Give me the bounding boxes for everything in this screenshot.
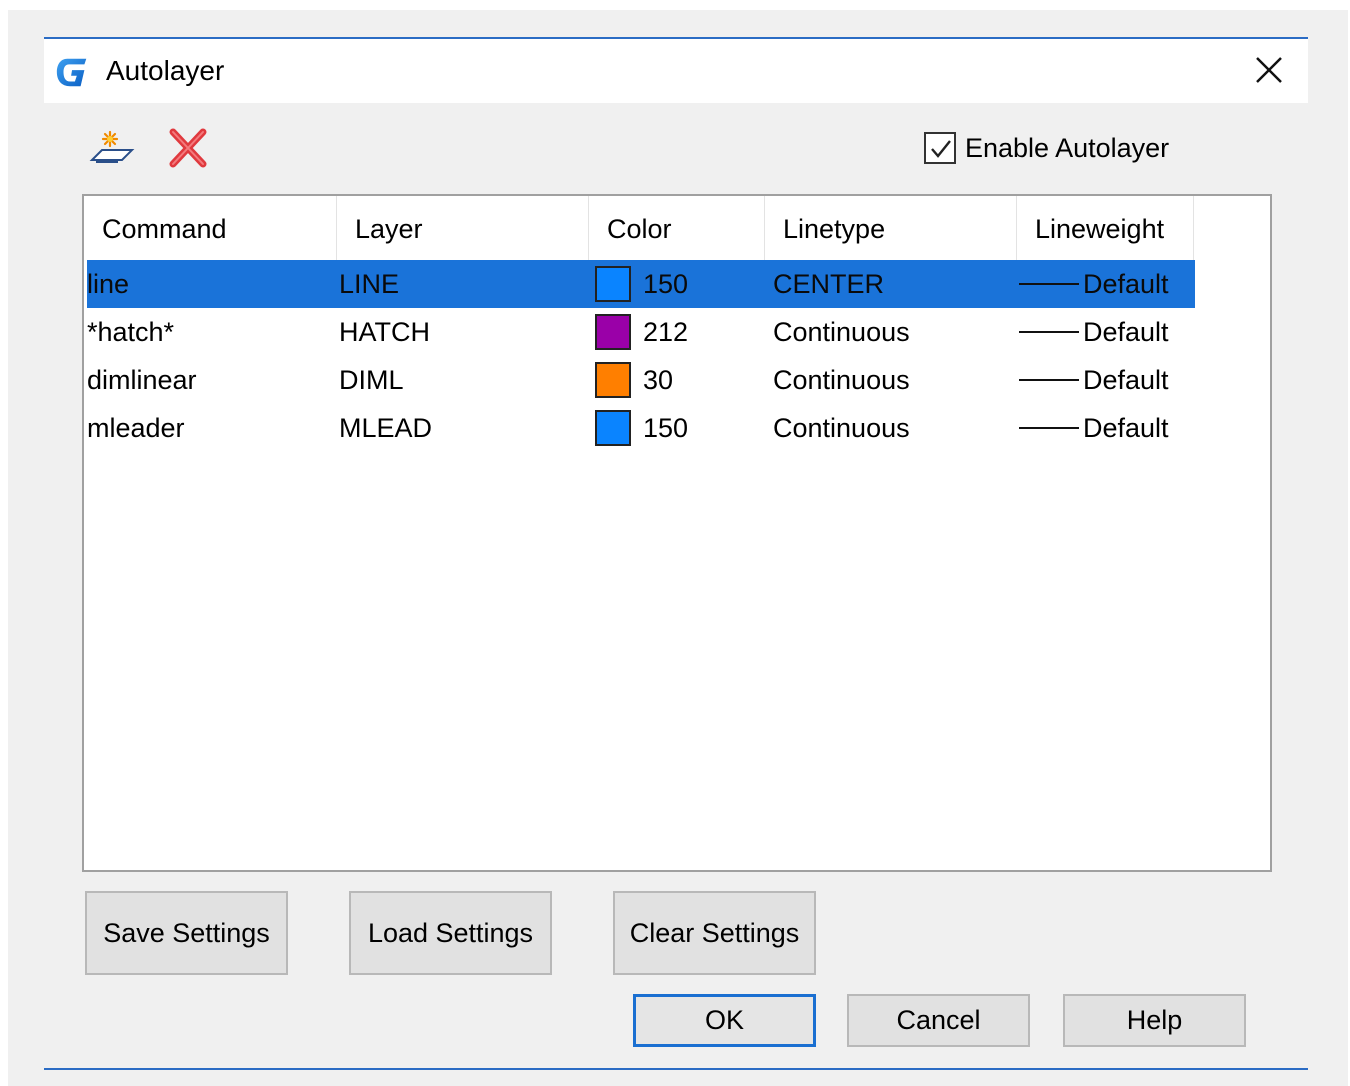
table-rows: line LINE 150 CENTER Default *hatch* HAT… bbox=[87, 260, 1195, 452]
cell-lineweight: Default bbox=[1083, 413, 1169, 443]
cell-linetype: Continuous bbox=[773, 413, 910, 443]
cell-linetype: Continuous bbox=[773, 365, 910, 395]
cell-layer: DIML bbox=[339, 365, 404, 395]
new-layer-sparkle-icon[interactable] bbox=[88, 126, 136, 170]
enable-autolayer-label: Enable Autolayer bbox=[965, 132, 1170, 163]
column-header-command[interactable]: Command bbox=[84, 196, 337, 260]
cell-layer: HATCH bbox=[339, 317, 430, 347]
color-swatch bbox=[595, 410, 631, 446]
cell-command: dimlinear bbox=[87, 365, 197, 395]
help-button[interactable]: Help bbox=[1063, 994, 1246, 1047]
cell-layer: MLEAD bbox=[339, 413, 433, 443]
lineweight-sample-icon bbox=[1019, 283, 1079, 285]
table-row[interactable]: dimlinear DIML 30 Continuous Default bbox=[87, 356, 1195, 404]
window-title: Autolayer bbox=[106, 55, 225, 86]
ok-button[interactable]: OK bbox=[633, 994, 816, 1047]
save-settings-button[interactable]: Save Settings bbox=[85, 891, 288, 975]
cell-color-index: 150 bbox=[643, 269, 689, 299]
cell-color-index: 150 bbox=[643, 413, 689, 443]
table-row[interactable]: line LINE 150 CENTER Default bbox=[87, 260, 1195, 308]
cell-linetype: Continuous bbox=[773, 317, 910, 347]
lineweight-sample-icon bbox=[1019, 331, 1079, 333]
column-header-lineweight[interactable]: Lineweight bbox=[1017, 196, 1194, 260]
color-swatch bbox=[595, 362, 631, 398]
cell-color-index: 212 bbox=[643, 317, 689, 347]
color-swatch bbox=[595, 314, 631, 350]
red-x-delete-icon[interactable] bbox=[165, 126, 209, 170]
close-icon[interactable] bbox=[1248, 49, 1290, 91]
lineweight-sample-icon bbox=[1019, 379, 1079, 381]
checkbox-box[interactable] bbox=[924, 132, 956, 164]
color-swatch bbox=[595, 266, 631, 302]
clear-settings-button[interactable]: Clear Settings bbox=[613, 891, 816, 975]
cancel-button[interactable]: Cancel bbox=[847, 994, 1030, 1047]
autolayer-table[interactable]: Command Layer Color Linetype Lineweight … bbox=[82, 194, 1272, 872]
title-bar: Autolayer bbox=[44, 39, 1308, 103]
app-logo-icon bbox=[56, 58, 87, 87]
cell-lineweight: Default bbox=[1083, 269, 1169, 299]
cell-layer: LINE bbox=[339, 269, 400, 299]
column-header-linetype[interactable]: Linetype bbox=[765, 196, 1017, 260]
cell-color-index: 30 bbox=[643, 365, 674, 395]
column-header-layer[interactable]: Layer bbox=[337, 196, 589, 260]
cell-linetype: CENTER bbox=[773, 269, 885, 299]
cell-command: line bbox=[87, 269, 130, 299]
cell-command: *hatch* bbox=[87, 317, 175, 347]
lineweight-sample-icon bbox=[1019, 427, 1079, 429]
table-row[interactable]: mleader MLEAD 150 Continuous Default bbox=[87, 404, 1195, 452]
cell-command: mleader bbox=[87, 413, 185, 443]
checkmark-icon bbox=[931, 140, 951, 158]
column-header-color[interactable]: Color bbox=[589, 196, 765, 260]
table-row[interactable]: *hatch* HATCH 212 Continuous Default bbox=[87, 308, 1195, 356]
load-settings-button[interactable]: Load Settings bbox=[349, 891, 552, 975]
table-header: Command Layer Color Linetype Lineweight bbox=[84, 196, 1194, 260]
cell-lineweight: Default bbox=[1083, 365, 1169, 395]
cell-lineweight: Default bbox=[1083, 317, 1169, 347]
enable-autolayer-checkbox[interactable]: Enable Autolayer bbox=[924, 130, 1169, 166]
dialog-bottom-border bbox=[44, 1068, 1308, 1070]
